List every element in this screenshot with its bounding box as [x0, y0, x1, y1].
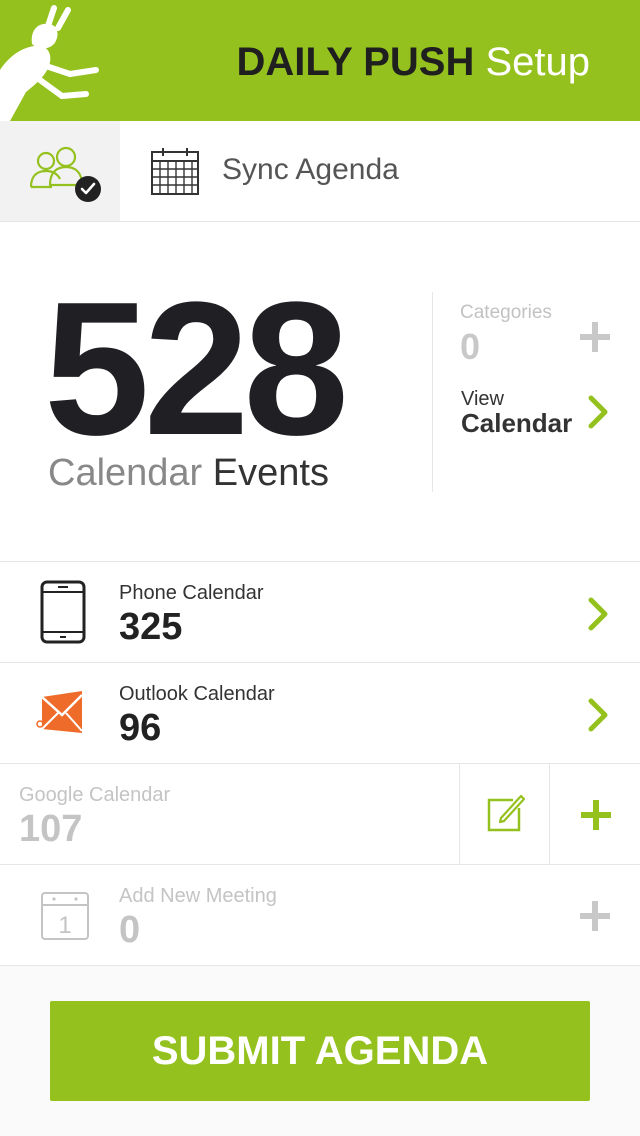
view-calendar-chevron-icon[interactable]	[586, 394, 612, 430]
phone-calendar-row[interactable]: Phone Calendar 325	[0, 562, 640, 663]
google-calendar-label: Google Calendar	[19, 784, 171, 806]
google-add-button[interactable]	[549, 764, 640, 864]
add-meeting-label: Add New Meeting	[119, 885, 277, 907]
caption-light: Calendar	[48, 452, 203, 494]
calendar-grid-icon	[151, 148, 199, 195]
users-check-icon	[29, 146, 101, 202]
tab-sync-agenda[interactable]: Sync Agenda	[120, 121, 640, 221]
phone-icon	[40, 580, 86, 644]
google-edit-button[interactable]	[459, 764, 549, 864]
outlook-envelope-icon	[36, 691, 83, 733]
page-title: DAILY PUSH Setup	[236, 40, 590, 85]
chevron-right-icon[interactable]	[586, 697, 612, 733]
submit-agenda-button[interactable]: SUBMIT AGENDA	[50, 1001, 590, 1101]
svg-text:1: 1	[58, 912, 71, 939]
plus-icon[interactable]	[578, 899, 612, 933]
edit-icon	[487, 794, 525, 832]
phone-calendar-count: 325	[119, 606, 183, 648]
app-header: DAILY PUSH Setup	[0, 0, 640, 121]
categories-label: Categories	[460, 302, 552, 323]
google-calendar-row: Google Calendar 107	[0, 764, 640, 865]
ant-logo-icon	[0, 5, 99, 121]
outlook-calendar-row[interactable]: Outlook Calendar 96	[0, 663, 640, 764]
categories-count: 0	[460, 326, 481, 367]
outlook-calendar-count: 96	[119, 707, 162, 749]
title-light: Setup	[485, 40, 590, 84]
outlook-calendar-label: Outlook Calendar	[119, 683, 275, 705]
total-events-count: 528	[44, 263, 349, 475]
events-summary: 528 Calendar Events Categories 0 View Ca…	[0, 222, 640, 562]
google-calendar-count: 107	[19, 808, 83, 850]
caption-dark: Events	[212, 452, 329, 494]
calendar-day-icon: 1	[41, 892, 89, 940]
tab-sync-label: Sync Agenda	[222, 153, 399, 186]
footer: SUBMIT AGENDA	[0, 966, 640, 1136]
title-bold: DAILY PUSH	[236, 40, 475, 84]
add-new-meeting-row: 1 Add New Meeting 0	[0, 865, 640, 966]
plus-icon	[581, 800, 611, 830]
chevron-right-icon[interactable]	[586, 596, 612, 632]
phone-calendar-label: Phone Calendar	[119, 582, 264, 604]
add-meeting-count: 0	[119, 909, 141, 951]
view-calendar-link[interactable]: Calendar	[461, 408, 572, 439]
add-category-plus-icon[interactable]	[578, 320, 612, 354]
tab-users[interactable]	[0, 121, 120, 221]
total-events-caption: Calendar Events	[48, 452, 329, 495]
vertical-divider	[432, 292, 433, 492]
tab-bar: Sync Agenda	[0, 121, 640, 222]
